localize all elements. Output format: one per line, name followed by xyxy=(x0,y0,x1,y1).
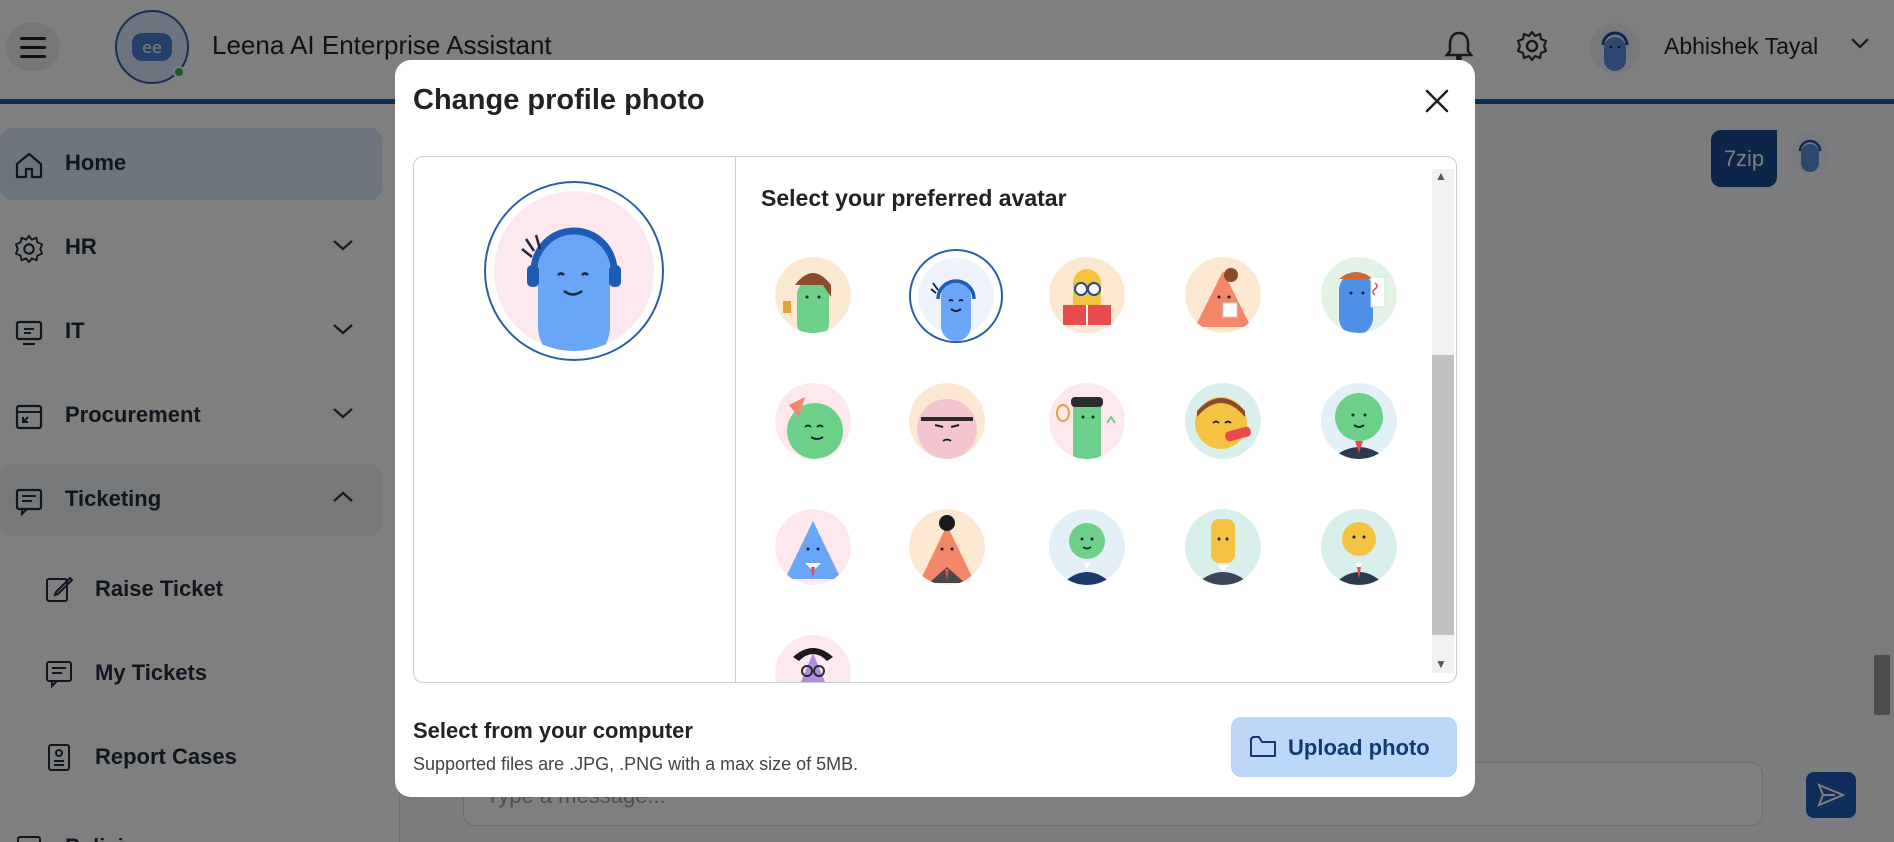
selected-avatar-preview xyxy=(484,181,664,361)
avatar-option-15[interactable] xyxy=(1321,509,1397,585)
folder-icon xyxy=(1249,733,1277,764)
avatar-selection-box: Select your preferred avatar ▲ ▼ xyxy=(413,156,1457,683)
dialog-title: Change profile photo xyxy=(413,84,705,116)
avatar-grid xyxy=(737,157,1437,682)
avatar-option-7[interactable] xyxy=(909,383,985,459)
upload-photo-label: Upload photo xyxy=(1288,735,1430,760)
avatar-option-12[interactable] xyxy=(909,509,985,585)
avatar-option-9[interactable] xyxy=(1185,383,1261,459)
avatar-option-10[interactable] xyxy=(1321,383,1397,459)
upload-help-text: Supported files are .JPG, .PNG with a ma… xyxy=(413,754,859,774)
upload-section-title: Select from your computer xyxy=(413,718,693,743)
scroll-down-arrow-icon[interactable]: ▼ xyxy=(1435,657,1447,671)
avatar-option-11[interactable] xyxy=(775,509,851,585)
avatar-picker-pane: Select your preferred avatar ▲ ▼ xyxy=(737,157,1456,682)
avatar-grid-scrollbar[interactable]: ▲ ▼ xyxy=(1423,157,1456,682)
avatar-option-3[interactable] xyxy=(1049,257,1125,333)
scroll-up-arrow-icon[interactable]: ▲ xyxy=(1435,169,1447,183)
scrollbar-thumb[interactable] xyxy=(1432,355,1454,635)
change-profile-photo-dialog: Change profile photo Select your preferr… xyxy=(395,60,1475,797)
avatar-option-6[interactable] xyxy=(775,383,851,459)
upload-photo-button[interactable]: Upload photo xyxy=(1231,717,1457,777)
avatar-option-8[interactable] xyxy=(1049,383,1125,459)
avatar-option-16[interactable] xyxy=(775,635,851,682)
avatar-preview-pane xyxy=(414,157,736,682)
avatar-option-4[interactable] xyxy=(1185,257,1261,333)
avatar-option-14[interactable] xyxy=(1185,509,1261,585)
avatar-option-13[interactable] xyxy=(1049,509,1125,585)
avatar-option-1[interactable] xyxy=(775,257,851,333)
close-icon[interactable] xyxy=(1419,83,1455,119)
avatar-option-5[interactable] xyxy=(1321,257,1397,333)
avatar-option-2-selected[interactable] xyxy=(909,249,1003,343)
